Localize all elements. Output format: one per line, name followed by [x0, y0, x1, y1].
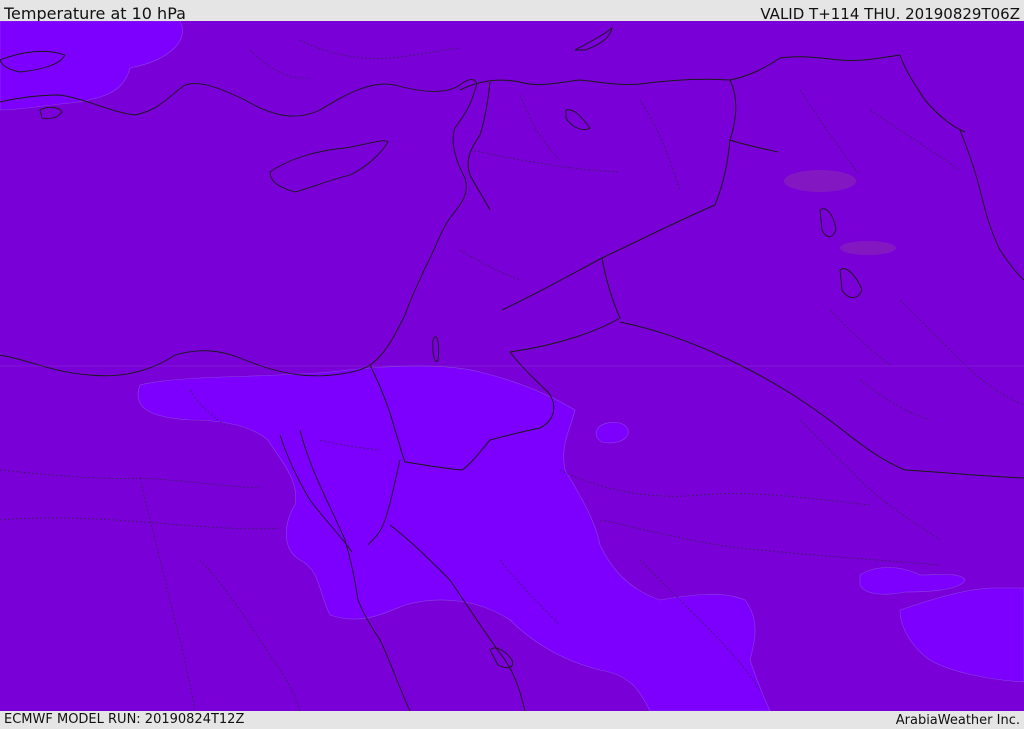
model-run-label: ECMWF MODEL RUN: 20190824T12Z — [4, 712, 245, 727]
map-frame: Temperature at 10 hPa VALID T+114 THU. 2… — [0, 0, 1024, 729]
header-bar: Temperature at 10 hPa VALID T+114 THU. 2… — [0, 0, 1024, 23]
credit-label: ArabiaWeather Inc. — [895, 713, 1020, 728]
map-canvas — [0, 21, 1024, 711]
temperature-patch-cool-1 — [784, 170, 856, 192]
weather-map — [0, 21, 1024, 711]
footer-bar: ECMWF MODEL RUN: 20190824T12Z ArabiaWeat… — [0, 711, 1024, 729]
temperature-field-small-blob — [595, 421, 629, 444]
temperature-patch-cool-2 — [840, 241, 896, 255]
